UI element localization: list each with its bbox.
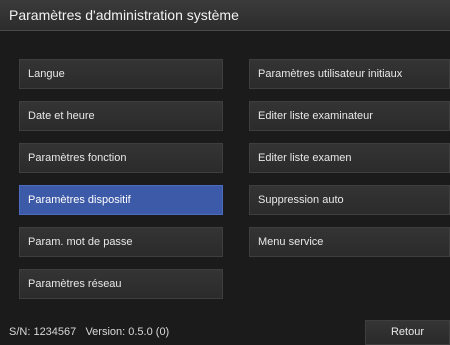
title-bar: Paramètres d'administration système [0, 0, 450, 31]
language-button[interactable]: Langue [19, 59, 223, 89]
back-button[interactable]: Retour [365, 320, 450, 345]
initial-user-settings-button[interactable]: Paramètres utilisateur initiaux [249, 59, 450, 89]
serial-number: S/N: 1234567 [9, 326, 77, 338]
window-title: Paramètres d'administration système [9, 7, 239, 23]
device-info: S/N: 1234567 Version: 0.5.0 (0) [9, 326, 169, 338]
version-text: Version: 0.5.0 (0) [85, 326, 170, 338]
password-settings-button[interactable]: Param. mot de passe [19, 227, 223, 257]
network-settings-button[interactable]: Paramètres réseau [19, 269, 223, 299]
function-settings-button[interactable]: Paramètres fonction [19, 143, 223, 173]
date-time-button[interactable]: Date et heure [19, 101, 223, 131]
auto-delete-button[interactable]: Suppression auto [249, 185, 450, 215]
device-settings-button[interactable]: Paramètres dispositif [19, 185, 223, 215]
service-menu-button[interactable]: Menu service [249, 227, 450, 257]
edit-exam-list-button[interactable]: Editer liste examen [249, 143, 450, 173]
edit-examiner-list-button[interactable]: Editer liste examinateur [249, 101, 450, 131]
